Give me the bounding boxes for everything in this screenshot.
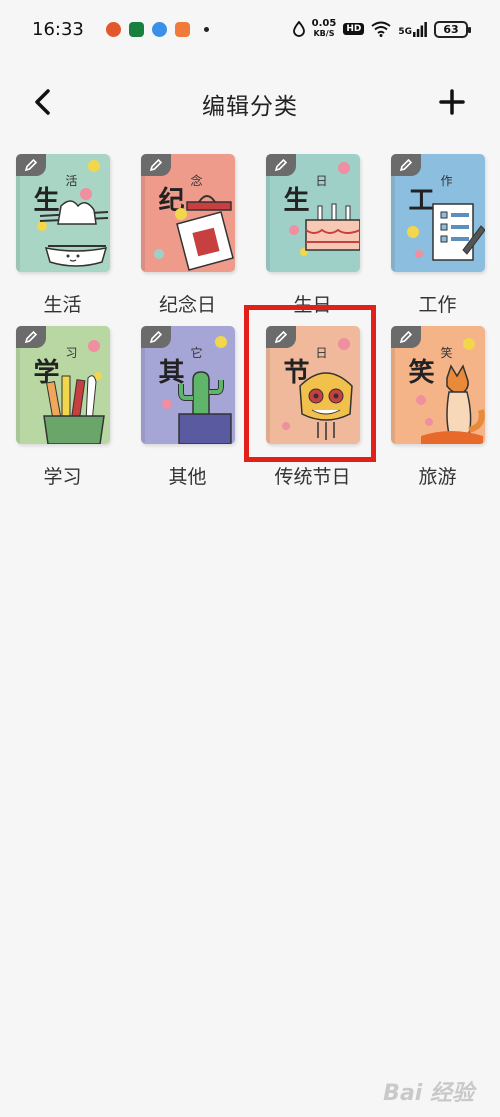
notification-icons — [105, 21, 209, 37]
category-cover: 学 习 — [15, 326, 110, 444]
header: 编辑分类 — [0, 72, 500, 134]
watermark: Bai 经验 — [383, 1081, 474, 1106]
checklist-illustration — [406, 203, 485, 261]
category-item-life[interactable]: 生 活 生活 — [0, 154, 125, 326]
category-cover: 笑 笑 — [390, 326, 485, 444]
category-item-birthday[interactable]: 生 日 生日 — [250, 154, 375, 326]
page-title: 编辑分类 — [202, 94, 298, 120]
app-notification-icon — [128, 21, 144, 37]
pencil-cup-illustration — [42, 340, 105, 444]
category-item-work[interactable]: 工 作 工作 — [375, 154, 500, 326]
app-notification-icon — [174, 21, 190, 37]
category-label: 传统节日 — [274, 466, 351, 488]
category-item-other[interactable]: 其 它 其他 — [125, 326, 250, 498]
data-drop-icon — [292, 21, 305, 37]
category-label: 旅游 — [418, 466, 457, 488]
app-notification-icon — [151, 21, 167, 37]
status-time: 16:33 — [32, 18, 84, 40]
category-label: 学习 — [43, 466, 82, 488]
cake-illustration — [288, 162, 360, 256]
category-label: 生活 — [43, 294, 82, 316]
category-item-anniversary[interactable]: 纪 念 纪念日 — [125, 154, 250, 326]
noodle-bowl-illustration — [36, 160, 108, 267]
wifi-icon — [371, 21, 391, 37]
status-bar: 16:33 0.05 KB/S HD 5G 63 — [0, 0, 500, 58]
battery-icon: 63 — [434, 20, 471, 38]
fox-illustration — [415, 338, 485, 444]
add-category-button[interactable] — [432, 82, 472, 122]
category-label: 其他 — [168, 466, 207, 488]
cactus-illustration — [161, 336, 232, 444]
battery-level: 63 — [443, 22, 459, 36]
category-cover: 工 作 — [390, 154, 485, 272]
category-cover: 生 活 — [15, 154, 110, 272]
net-speed-unit: KB/S — [313, 29, 335, 38]
calendar-illustration — [153, 195, 234, 271]
cell-signal-icon: 5G — [398, 21, 427, 37]
signal-type: 5G — [398, 26, 412, 37]
category-cover: 其 它 — [140, 326, 235, 444]
category-cover: 纪 念 — [140, 154, 235, 272]
net-speed: 0.05 KB/S — [312, 19, 337, 39]
category-cover: 生 日 — [265, 154, 360, 272]
app-notification-icon — [105, 21, 121, 37]
more-notifications-dot — [203, 26, 209, 32]
category-label: 工作 — [418, 294, 457, 316]
hd-badge: HD — [343, 23, 365, 35]
net-speed-value: 0.05 — [311, 18, 337, 29]
category-label: 纪念日 — [158, 294, 216, 316]
highlight-annotation-box — [244, 305, 376, 462]
category-item-travel[interactable]: 笑 笑 旅游 — [375, 326, 500, 498]
category-item-study[interactable]: 学 习 学习 — [0, 326, 125, 498]
plus-icon — [439, 89, 465, 115]
